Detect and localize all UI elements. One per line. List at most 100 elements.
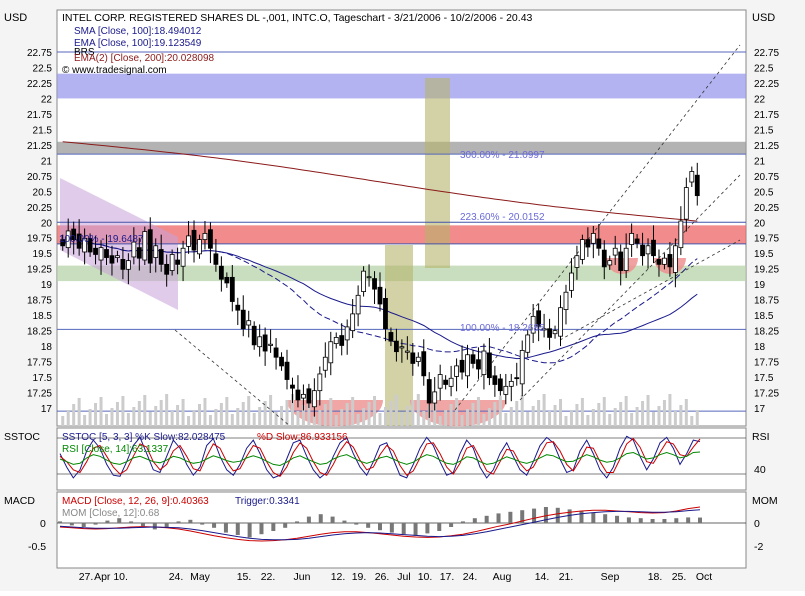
candle-body-82 — [508, 380, 514, 387]
volume-bar-30 — [225, 397, 229, 426]
candle-body-92 — [563, 291, 569, 310]
volume-bar-66 — [422, 411, 426, 426]
candle-body-111 — [667, 254, 673, 268]
osc-legend-stoch: SSTOC [5, 3, 3] %K Slow:82.028475 — [62, 432, 226, 443]
volume-bar-116 — [695, 410, 699, 426]
candle-body-40 — [279, 356, 284, 367]
candle-body-58 — [377, 286, 383, 305]
mom-bar-1 — [69, 523, 74, 526]
volume-bar-25 — [197, 404, 201, 426]
x-tick-14: Aug — [493, 571, 512, 583]
volume-bar-3 — [77, 398, 81, 426]
mom-bar-20 — [295, 521, 300, 523]
candle-body-53 — [350, 313, 356, 332]
y-tick-left-21: 22.25 — [27, 79, 52, 90]
volume-bar-91 — [559, 399, 563, 426]
osc-legend-rsi: RSI [Close, 14]:63.1337 — [62, 444, 169, 455]
osc-left-label: SSTOC — [4, 431, 40, 443]
mom-bar-28 — [389, 523, 394, 533]
volume-bar-5 — [88, 409, 92, 426]
candle-body-14 — [136, 247, 142, 259]
volume-bar-23 — [187, 416, 191, 426]
candle-body-57 — [372, 278, 377, 290]
fib-100b-label: 100.00% - 18.2685 — [460, 323, 545, 334]
candle-body-113 — [678, 220, 684, 249]
volume-bar-75 — [471, 403, 475, 426]
candle-body-63 — [404, 350, 410, 353]
candle-body-78 — [487, 352, 492, 379]
x-tick-12: 17. — [440, 571, 455, 583]
y-tick-left-20: 22 — [41, 94, 53, 105]
mom-bar-8 — [152, 523, 157, 530]
volume-bar-100 — [608, 414, 612, 426]
mom-bar-15 — [235, 523, 240, 535]
candle-body-28 — [213, 253, 219, 265]
candle-body-65 — [415, 356, 421, 362]
mom-bar-42 — [555, 507, 560, 523]
mom-bar-19 — [283, 523, 288, 528]
candle-body-29 — [218, 265, 224, 280]
y-tick-right-17: 21.25 — [754, 141, 779, 152]
x-tick-8: 19. — [352, 571, 367, 583]
y-tick-left-15: 20.75 — [27, 172, 52, 183]
candle-body-46 — [311, 390, 317, 408]
volume-bar-87 — [537, 400, 541, 426]
fib-223-label: 223.60% - 20.0152 — [460, 212, 545, 223]
volume-bar-32 — [236, 408, 240, 426]
candle-body-31 — [229, 276, 235, 302]
volume-bar-94 — [575, 404, 579, 426]
volume-bar-104 — [630, 413, 634, 426]
volume-bar-59 — [383, 407, 387, 426]
volume-bar-99 — [602, 397, 606, 426]
candle-body-67 — [426, 379, 432, 404]
candle-body-90 — [552, 330, 558, 335]
volume-bar-89 — [548, 411, 552, 426]
volume-bar-114 — [684, 399, 688, 426]
candle-body-71 — [448, 377, 454, 387]
candle-body-18 — [158, 249, 164, 265]
time-zone-a — [425, 78, 450, 268]
candle-body-37 — [262, 334, 268, 352]
volume-bar-111 — [668, 394, 672, 426]
volume-bar-50 — [334, 415, 338, 426]
volume-bar-43 — [296, 411, 300, 426]
candle-body-21 — [175, 259, 181, 265]
y-tick-right-22: 22.5 — [754, 63, 774, 74]
candle-body-89 — [547, 328, 552, 338]
currency-right: USD — [752, 12, 775, 24]
candle-body-60 — [388, 332, 394, 342]
y-tick-left-12: 20 — [41, 218, 53, 229]
mom-bar-36 — [484, 515, 489, 523]
volume-bar-16 — [148, 412, 152, 426]
candle-body-42 — [290, 384, 295, 389]
volume-bar-84 — [520, 395, 524, 426]
candle-body-19 — [164, 263, 170, 275]
x-tick-11: 10. — [418, 571, 433, 583]
candle-body-49 — [328, 341, 334, 364]
y-tick-left-1: 17.25 — [27, 389, 52, 400]
candle-body-81 — [503, 385, 509, 395]
y-tick-left-8: 19 — [41, 280, 53, 291]
candle-body-103 — [623, 247, 629, 271]
y-tick-right-8: 19 — [754, 280, 766, 291]
y-tick-right-23: 22.75 — [754, 48, 779, 59]
volume-bar-39 — [274, 412, 278, 426]
mom-bar-30 — [413, 523, 418, 536]
candle-body-54 — [355, 294, 361, 315]
volume-bar-70 — [444, 410, 448, 426]
y-tick-left-4: 18 — [41, 342, 53, 353]
volume-bar-83 — [515, 401, 519, 426]
candle-body-83 — [514, 377, 520, 380]
x-tick-2: 24. — [169, 571, 184, 583]
volume-bar-38 — [269, 395, 273, 426]
macd-legend: MACD [Close, 12, 26, 9]:0.40363 — [62, 496, 209, 507]
volume-bar-65 — [416, 394, 420, 426]
volume-bar-34 — [247, 396, 251, 426]
volume-bar-86 — [531, 406, 535, 426]
mom-bar-27 — [378, 523, 382, 531]
volume-bar-69 — [438, 416, 442, 426]
mom-bar-6 — [129, 521, 134, 523]
volume-bar-107 — [646, 395, 650, 426]
mom-bar-48 — [626, 517, 631, 523]
volume-bar-6 — [94, 403, 98, 426]
